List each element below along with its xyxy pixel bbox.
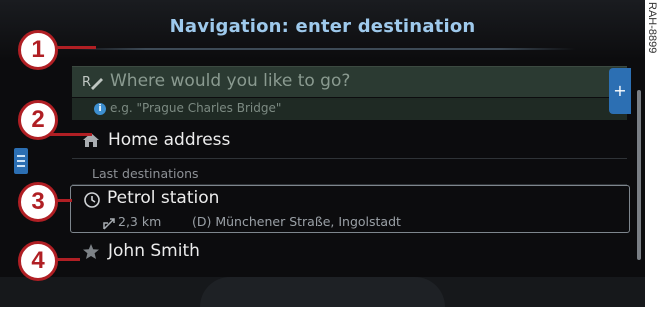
list-item-title: John Smith xyxy=(108,241,200,261)
add-destination-button[interactable]: + xyxy=(609,68,631,114)
page-title: Navigation: enter destination xyxy=(169,16,476,37)
search-hint: e.g. "Prague Charles Bridge" xyxy=(110,101,282,115)
last-destinations-heading: Last destinations xyxy=(92,166,199,181)
handwriting-input-icon[interactable]: R xyxy=(82,72,104,92)
list-item-title: Petrol station xyxy=(107,188,220,208)
destination-panel: R Where would you like to go? i e.g. "Pr… xyxy=(62,54,645,269)
callout-1: 1 xyxy=(18,30,58,70)
bottom-bar xyxy=(0,277,645,307)
divider xyxy=(72,158,627,159)
search-hint-row: i e.g. "Prague Charles Bridge" xyxy=(72,98,627,120)
info-icon: i xyxy=(94,103,106,115)
callout-4: 4 xyxy=(18,241,58,281)
scrollbar[interactable] xyxy=(637,90,641,260)
navigation-screen: Navigation: enter destination R Where wo… xyxy=(0,0,645,307)
figure-code: RAH-8899 xyxy=(646,2,658,97)
search-placeholder: Where would you like to go? xyxy=(110,71,351,91)
route-arrow-icon xyxy=(102,216,116,235)
list-item-distance: 2,3 km xyxy=(118,214,162,229)
list-item-john-smith[interactable]: John Smith xyxy=(72,238,627,266)
callout-3: 3 xyxy=(18,182,58,222)
history-clock-icon xyxy=(83,191,101,213)
figure-code-label: RAH-8899 xyxy=(646,2,658,54)
search-input[interactable]: R Where would you like to go? xyxy=(72,66,627,97)
list-item-address: (D) Münchener Straße, Ingolstadt xyxy=(192,214,401,229)
svg-text:R: R xyxy=(82,75,91,90)
favorite-star-icon xyxy=(82,243,100,264)
callout-leader xyxy=(50,133,92,136)
left-menu-tab[interactable] xyxy=(14,148,28,174)
title-divider xyxy=(70,48,575,50)
home-address-label: Home address xyxy=(108,130,231,150)
callout-2: 2 xyxy=(18,100,58,140)
bottom-center-arc xyxy=(200,277,445,307)
home-address-item[interactable]: Home address xyxy=(72,126,627,156)
